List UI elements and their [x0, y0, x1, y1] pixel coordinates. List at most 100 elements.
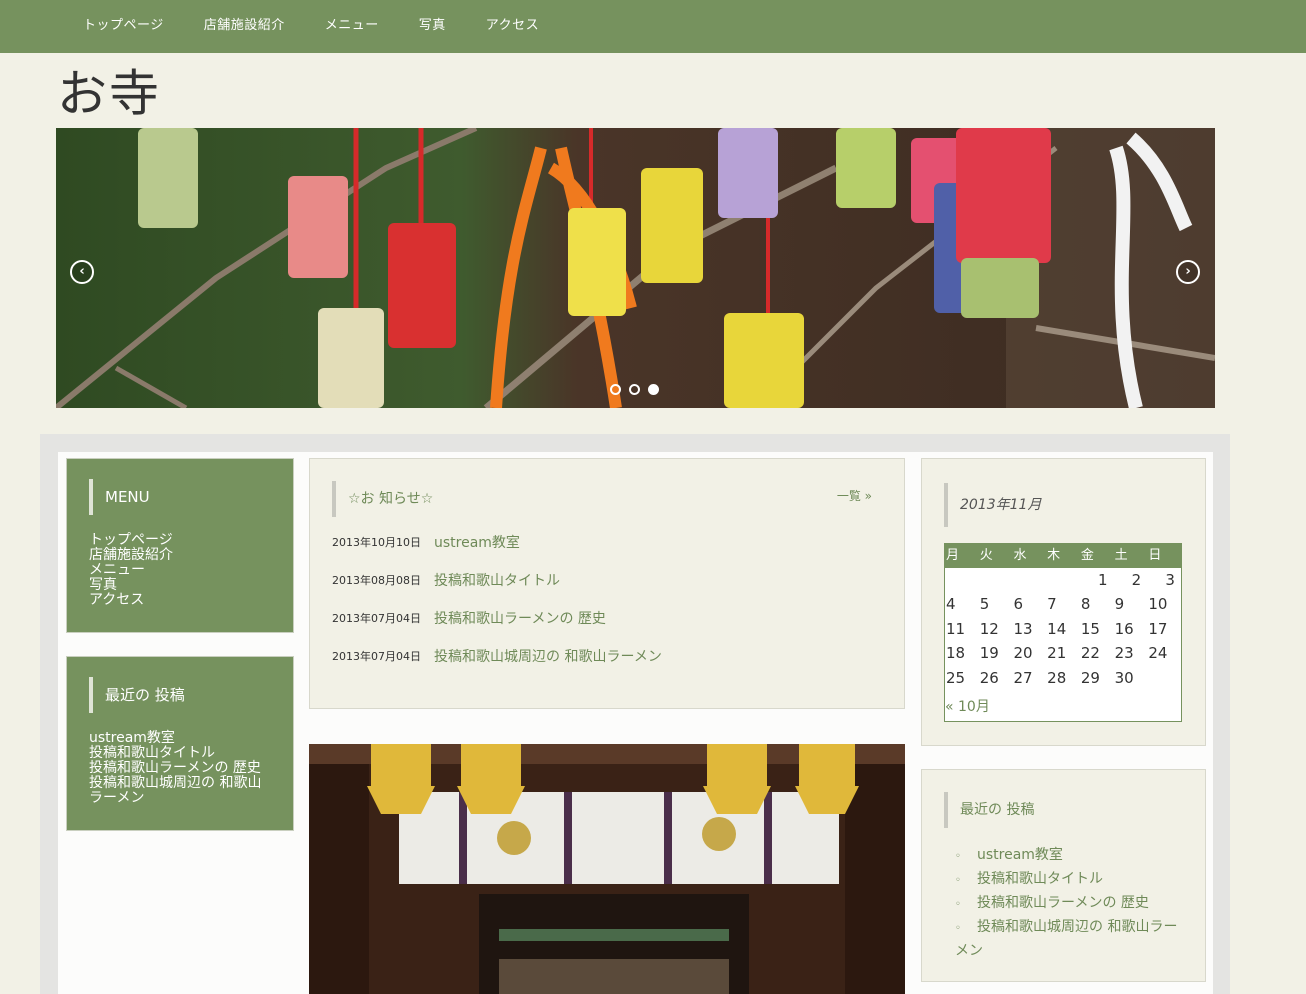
sidebar-recent-posts-title: 最近の 投稿 [89, 677, 271, 713]
calendar-day: 11 [946, 619, 966, 638]
news-date: 2013年08月08日 [332, 574, 421, 587]
calendar-title: 2013年11月 [944, 483, 1041, 527]
sidebar-menu-item-facilities[interactable]: 店舗施設紹介 [89, 548, 271, 563]
slider-dot-3[interactable] [648, 384, 659, 395]
calendar-day: 13 [1013, 619, 1033, 638]
recent-post-item[interactable]: ◦ 投稿和歌山タイトル [955, 868, 1185, 892]
sidebar-menu-item-access[interactable]: アクセス [89, 593, 271, 608]
news-link[interactable]: 投稿和歌山タイトル [434, 570, 560, 590]
calendar-prev-month-link[interactable]: « 10月 [945, 696, 1181, 716]
calendar-day: 6 [1013, 595, 1023, 614]
calendar-day: 20 [1013, 644, 1033, 663]
news-list: 2013年10月10日 ustream教室 2013年08月08日 投稿和歌山タ… [332, 523, 882, 675]
calendar-day: 1 [1097, 571, 1108, 589]
calendar-day: 29 [1080, 668, 1100, 687]
slider-prev-button[interactable]: ‹ [70, 260, 94, 284]
calendar-day: 2 [1131, 571, 1142, 589]
sidebar-menu-item-photos[interactable]: 写真 [89, 578, 271, 593]
slider-image [56, 128, 1215, 408]
nav-item-facilities[interactable]: 店舗施設紹介 [184, 0, 305, 53]
sidebar-recent-post-link[interactable]: 投稿和歌山城周辺の 和歌山ラーメン [89, 776, 271, 806]
site-title[interactable]: お寺 [57, 64, 161, 124]
calendar-day: 14 [1047, 619, 1067, 638]
news-date: 2013年07月04日 [332, 612, 421, 625]
sidebar-recent-post-link[interactable]: ustream教室 [89, 731, 271, 746]
sidebar-menu-item-menu[interactable]: メニュー [89, 563, 271, 578]
slider-dot-2[interactable] [629, 384, 640, 395]
calendar-day: 7 [1047, 595, 1057, 614]
calendar-day: 30 [1114, 668, 1134, 687]
news-title: ☆お 知らせ☆ [348, 491, 434, 507]
calendar-week: 1 2 3 [945, 568, 1181, 592]
calendar-day: 8 [1080, 595, 1091, 614]
news-header: ☆お 知らせ☆ 一覧 » [332, 481, 882, 517]
calendar-day: 22 [1080, 644, 1100, 663]
news-link[interactable]: 投稿和歌山ラーメンの 歴史 [434, 608, 606, 628]
recent-post-link[interactable]: 投稿和歌山城周辺の 和歌山ラーメン [955, 919, 1177, 959]
news-box: ☆お 知らせ☆ 一覧 » 2013年10月10日 ustream教室 2013年… [309, 458, 905, 709]
top-navigation: トップページ 店舗施設紹介 メニュー 写真 アクセス [0, 0, 1306, 53]
recent-post-item[interactable]: ◦ ustream教室 [955, 844, 1185, 868]
sidebar-menu-title: MENU [89, 479, 271, 515]
calendar-table: 月 火 水 木 金 土 日 1 2 3 4 5 6 7 8 9 10 11 12… [944, 543, 1182, 722]
recent-posts-list: ◦ ustream教室 ◦ 投稿和歌山タイトル ◦ 投稿和歌山ラーメンの 歴史 ◦ 投稿… [955, 844, 1185, 963]
weekday-label: 土 [1114, 548, 1128, 563]
calendar-day [1046, 568, 1080, 592]
calendar-week: 4 5 6 7 8 9 10 [945, 592, 1181, 616]
calendar-day: 19 [979, 644, 999, 663]
shrine-gate-image [309, 744, 905, 994]
weekday-label: 日 [1148, 548, 1162, 563]
calendar-day: 5 [979, 595, 990, 614]
slider-next-button[interactable]: › [1176, 260, 1200, 284]
weekday-label: 月 [946, 548, 960, 563]
calendar-day: 15 [1080, 619, 1100, 638]
recent-post-link[interactable]: ustream教室 [977, 847, 1063, 863]
recent-post-link[interactable]: 投稿和歌山タイトル [977, 871, 1103, 887]
recent-post-link[interactable]: 投稿和歌山ラーメンの 歴史 [977, 895, 1149, 911]
slider-pagination [610, 384, 659, 395]
hero-slider: ‹ › [56, 128, 1215, 408]
calendar-day: 4 [946, 595, 956, 614]
recent-posts-widget: 最近の 投稿 ◦ ustream教室 ◦ 投稿和歌山タイトル ◦ 投稿和歌山ラーメンの… [921, 769, 1206, 982]
news-item: 2013年08月08日 投稿和歌山タイトル [332, 561, 882, 599]
calendar-day: 25 [946, 668, 966, 687]
calendar-day: 28 [1047, 668, 1067, 687]
bullet-icon: ◦ [955, 851, 961, 862]
sidebar-recent-post-link[interactable]: 投稿和歌山タイトル [89, 746, 271, 761]
sidebar-recent-post-link[interactable]: 投稿和歌山ラーメンの 歴史 [89, 761, 271, 776]
calendar-week: 18 19 20 21 22 23 24 [945, 641, 1181, 665]
bullet-icon: ◦ [955, 875, 961, 886]
news-link[interactable]: ustream教室 [434, 532, 520, 552]
sidebar-recent-posts-widget: 最近の 投稿 ustream教室 投稿和歌山タイトル 投稿和歌山ラーメンの 歴史… [66, 656, 294, 831]
recent-posts-title: 最近の 投稿 [944, 792, 1034, 828]
nav-item-access[interactable]: アクセス [466, 0, 559, 53]
chevron-right-icon: › [1185, 264, 1191, 279]
calendar-day [1147, 666, 1181, 690]
weekday-label: 木 [1047, 548, 1061, 563]
news-link[interactable]: 投稿和歌山城周辺の 和歌山ラーメン [434, 646, 662, 666]
sidebar-menu-widget: MENU トップページ 店舗施設紹介 メニュー 写真 アクセス [66, 458, 294, 633]
bullet-icon: ◦ [955, 923, 961, 934]
calendar-weekdays: 月 火 水 木 金 土 日 [945, 544, 1181, 568]
news-more-link[interactable]: 一覧 » [837, 478, 872, 514]
recent-post-item[interactable]: ◦ 投稿和歌山城周辺の 和歌山ラーメン [955, 916, 1185, 963]
calendar-day: 9 [1114, 595, 1125, 614]
calendar-day: 12 [979, 619, 999, 638]
news-item: 2013年10月10日 ustream教室 [332, 523, 882, 561]
calendar-day: 16 [1114, 619, 1134, 638]
nav-item-menu[interactable]: メニュー [305, 0, 399, 53]
news-date: 2013年07月04日 [332, 650, 421, 663]
news-date: 2013年10月10日 [332, 536, 421, 549]
nav-item-photos[interactable]: 写真 [399, 0, 466, 53]
sidebar-menu-list: トップページ 店舗施設紹介 メニュー 写真 アクセス [89, 533, 271, 608]
sidebar-menu-item-top[interactable]: トップページ [89, 533, 271, 548]
calendar-week: 25 26 27 28 29 30 [945, 666, 1181, 690]
calendar-day [1012, 568, 1046, 592]
calendar-day: 24 [1148, 644, 1168, 663]
calendar-widget: 2013年11月 月 火 水 木 金 土 日 1 2 3 4 5 6 7 8 9… [921, 458, 1206, 746]
nav-item-top[interactable]: トップページ [62, 0, 184, 53]
calendar-day: 27 [1013, 668, 1033, 687]
slider-dot-1[interactable] [610, 384, 621, 395]
recent-post-item[interactable]: ◦ 投稿和歌山ラーメンの 歴史 [955, 892, 1185, 916]
calendar-day: 18 [946, 644, 966, 663]
